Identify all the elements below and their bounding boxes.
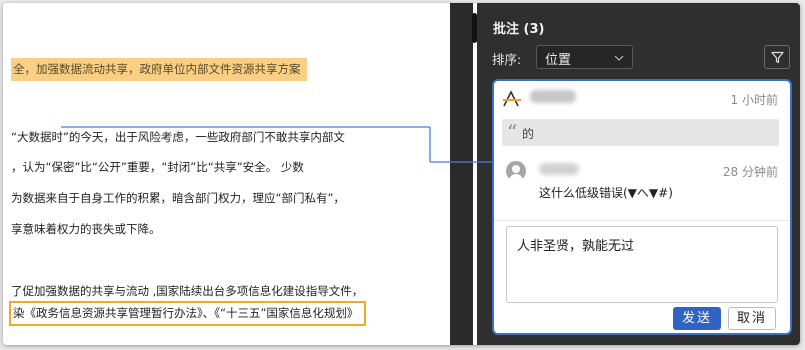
doc-line: 染《政务信息资源共享管理暂行办法》、《“十三五”国家信息化规划》: [9, 301, 367, 326]
filter-button[interactable]: [764, 45, 790, 69]
doc-line: 全，加强数据流动共享，政府单位内部文件资源共享方案: [11, 58, 307, 81]
comment-author: [530, 90, 576, 103]
filter-icon: [771, 51, 784, 64]
cancel-button[interactable]: 取消: [728, 307, 776, 330]
comment-card[interactable]: 1 小时前 “ 的 28 分钟前 这什么低级错误(▼へ▼#) 人非圣贤，孰能无过…: [492, 79, 792, 335]
pane-scroll-strip: [450, 3, 473, 345]
sort-label: 排序:: [492, 52, 522, 67]
text-annotation-icon: [503, 90, 521, 107]
avatar: [506, 161, 526, 181]
divider: [494, 220, 790, 221]
highlighted-text[interactable]: 全，加强数据流动共享，政府单位内部文件资源共享方案: [11, 58, 307, 81]
comment-time: 1 小时前: [730, 93, 778, 107]
avatar-body: [509, 174, 523, 181]
app-window: 全，加强数据流动共享，政府单位内部文件资源共享方案 “大数据时”的今天，出于风险…: [3, 3, 800, 345]
sort-value: 位置: [545, 53, 572, 68]
document-area[interactable]: 全，加强数据流动共享，政府单位内部文件资源共享方案 “大数据时”的今天，出于风险…: [3, 3, 450, 345]
quoted-text: “ 的: [502, 119, 779, 146]
doc-line: ，认为“保密”比“公开”重要，“封闭”比“共享”安全。 少数: [11, 160, 304, 174]
doc-line: 了促加强数据的共享与流动 ,国家陆续出台多项信息化建设指导文件，: [11, 284, 364, 298]
sort-dropdown[interactable]: 位置: [536, 45, 633, 69]
quote-icon: “: [507, 120, 518, 144]
comments-panel: 批注 (3) 排序: 位置 1 小时前 “ 的 28 分钟前 这什么低级错误(▼…: [477, 3, 800, 345]
doc-line: 享意味着权力的丧失或下降。: [11, 222, 161, 236]
send-button[interactable]: 发送: [673, 307, 721, 330]
doc-line: 为数据来自于自身工作的积累，暗含部门权力，理应“部门私有”，: [11, 191, 345, 205]
quote-content: 的: [522, 127, 535, 141]
boxed-text[interactable]: 染《政务信息资源共享管理暂行办法》、《“十三五”国家信息化规划》: [9, 301, 367, 326]
reply-text: 这什么低级错误(▼へ▼#): [539, 186, 673, 200]
panel-title: 批注 (3): [493, 22, 545, 37]
chevron-down-icon: [614, 55, 624, 61]
reply-time: 28 分钟前: [722, 165, 778, 179]
avatar-head: [512, 165, 520, 173]
reply-author: [539, 163, 579, 175]
doc-line: “大数据时”的今天，出于风险考虑，一些政府部门不敢共享内部文: [11, 130, 345, 144]
reply-input[interactable]: 人非圣贤，孰能无过: [506, 226, 778, 303]
